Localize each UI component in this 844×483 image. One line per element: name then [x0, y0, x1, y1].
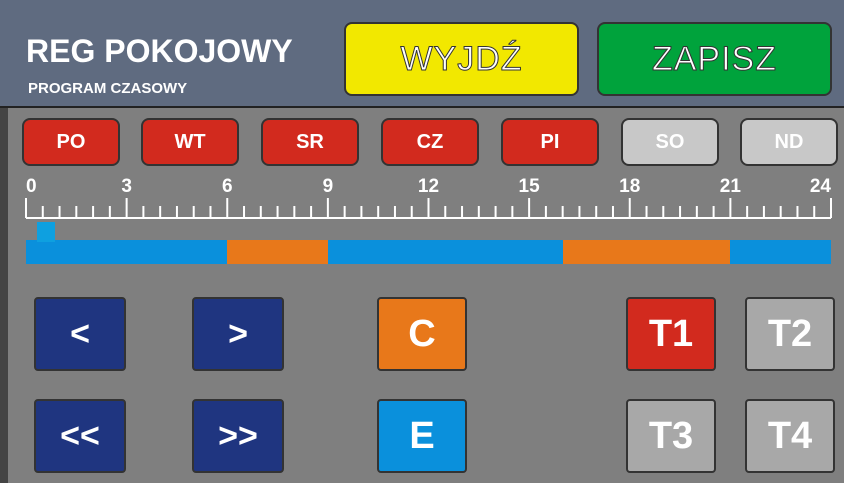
page-title: REG POKOJOWY [26, 33, 293, 69]
t1-button[interactable]: T1 [626, 297, 716, 371]
prev-fast-button[interactable]: << [34, 399, 126, 473]
day-button-wt[interactable]: WT [141, 118, 239, 166]
schedule-timeline[interactable] [26, 240, 831, 264]
next-label: > [228, 314, 248, 353]
hour-label: 3 [121, 176, 132, 197]
day-button-sr[interactable]: SR [261, 118, 359, 166]
day-button-pi[interactable]: PI [501, 118, 599, 166]
hour-label: 21 [720, 176, 742, 197]
hour-label: 24 [810, 176, 832, 197]
time-cursor[interactable] [36, 222, 55, 242]
prev-label: < [70, 314, 90, 353]
thermostat-screen: REG POKOJOWY PROGRAM CZASOWY WYJDŹ ZAPIS… [0, 0, 844, 483]
hour-label: 0 [26, 176, 37, 197]
hour-ruler: 0 3 6 9 12 15 18 21 24 [25, 176, 832, 219]
day-label: ND [774, 130, 804, 153]
exit-button[interactable]: WYJDŹ [344, 22, 579, 96]
save-button[interactable]: ZAPISZ [597, 22, 832, 96]
t2-button[interactable]: T2 [745, 297, 835, 371]
day-label: SO [655, 130, 685, 153]
schedule-segment[interactable] [562, 240, 731, 264]
prev-fast-label: << [60, 416, 100, 455]
save-button-label: ZAPISZ [651, 39, 778, 78]
day-button-nd[interactable]: ND [740, 118, 838, 166]
schedule-segment[interactable] [227, 240, 328, 264]
t1-label: T1 [648, 312, 694, 355]
header-bar: REG POKOJOWY PROGRAM CZASOWY WYJDŹ ZAPIS… [0, 0, 844, 108]
prev-button[interactable]: < [34, 297, 126, 371]
hour-label: 15 [519, 176, 541, 197]
schedule-segment[interactable] [730, 240, 831, 264]
t4-button[interactable]: T4 [745, 399, 835, 473]
t4-label: T4 [767, 414, 813, 457]
comfort-button[interactable]: C [377, 297, 467, 371]
day-button-po[interactable]: PO [22, 118, 120, 166]
page-subtitle: PROGRAM CZASOWY [28, 80, 188, 97]
eco-button[interactable]: E [377, 399, 467, 473]
schedule-segment[interactable] [26, 240, 228, 264]
day-label: SR [296, 130, 324, 153]
eco-label: E [409, 414, 435, 457]
comfort-label: C [408, 312, 436, 355]
day-button-so[interactable]: SO [621, 118, 719, 166]
next-fast-button[interactable]: >> [192, 399, 284, 473]
day-button-cz[interactable]: CZ [381, 118, 479, 166]
next-button[interactable]: > [192, 297, 284, 371]
day-label: PI [540, 130, 560, 153]
day-label: WT [174, 130, 206, 153]
hour-label: 12 [418, 176, 439, 197]
t3-button[interactable]: T3 [626, 399, 716, 473]
t2-label: T2 [767, 312, 813, 355]
day-label: PO [56, 130, 86, 153]
next-fast-label: >> [218, 416, 258, 455]
hour-label: 6 [222, 176, 233, 197]
schedule-segment[interactable] [327, 240, 563, 264]
exit-button-label: WYJDŹ [400, 39, 523, 78]
day-label: CZ [416, 130, 444, 153]
hour-label: 9 [323, 176, 334, 197]
hour-label: 18 [619, 176, 640, 197]
t3-label: T3 [648, 414, 694, 457]
